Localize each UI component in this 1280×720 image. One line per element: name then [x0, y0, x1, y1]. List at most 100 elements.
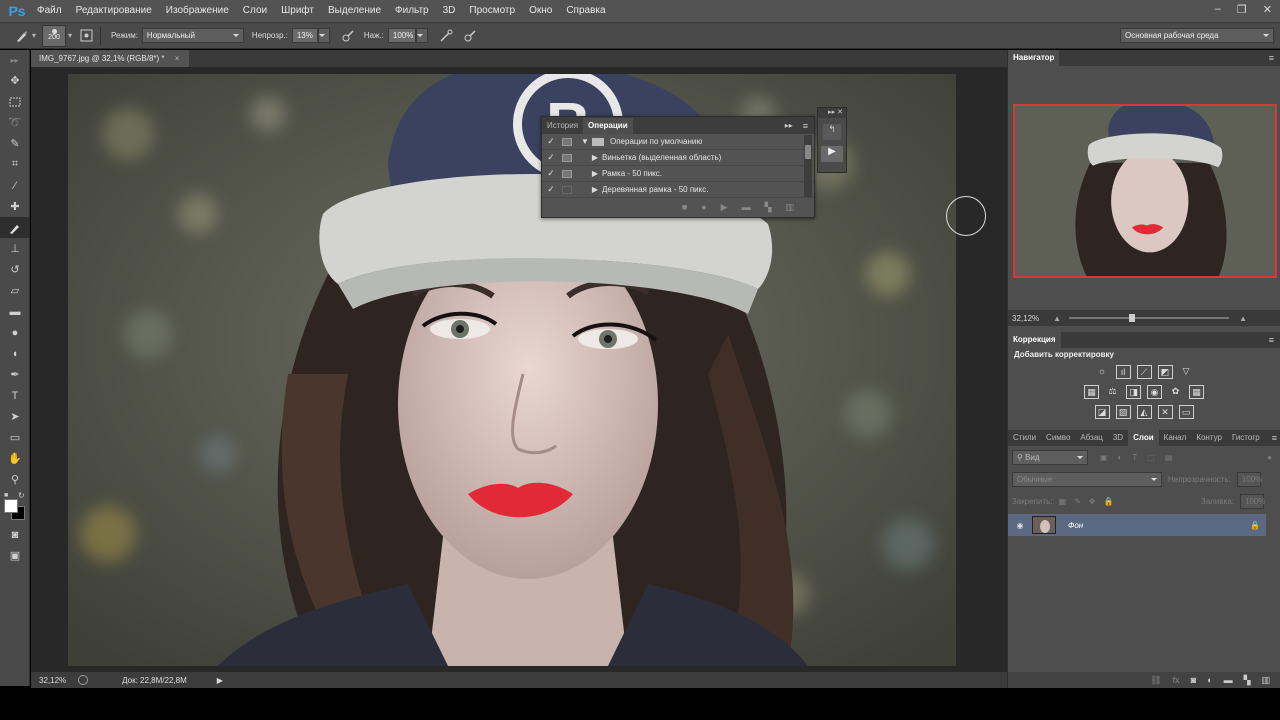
- screen-mode-icon[interactable]: ▣: [0, 545, 30, 566]
- status-menu-arrow-icon[interactable]: ▶: [217, 676, 223, 685]
- menu-edit[interactable]: Редактирование: [69, 0, 159, 22]
- brightness-contrast-icon[interactable]: ☼: [1095, 365, 1110, 379]
- link-layers-icon[interactable]: ⛓: [1150, 675, 1161, 686]
- check-icon[interactable]: ✓: [542, 168, 560, 179]
- action-row[interactable]: ✓ ▶ Виньетка (выделенная область): [542, 150, 814, 166]
- chevron-down-icon[interactable]: ▾: [68, 31, 72, 40]
- panel-menu-icon[interactable]: ≡: [1269, 335, 1274, 345]
- tab-actions[interactable]: Операции: [583, 117, 633, 134]
- action-row[interactable]: ✓ ▶ Деревянная рамка - 50 пикс.: [542, 182, 814, 198]
- lasso-tool-icon[interactable]: ➰: [0, 112, 30, 133]
- gradient-tool-icon[interactable]: ▬: [0, 301, 30, 322]
- pressure-opacity-icon[interactable]: [340, 28, 356, 44]
- dialog-toggle-icon[interactable]: [562, 169, 572, 178]
- tab-correction[interactable]: Коррекция: [1008, 332, 1061, 348]
- quick-mask-icon[interactable]: ◙: [0, 524, 30, 545]
- menu-layers[interactable]: Слои: [236, 0, 274, 22]
- shape-tool-icon[interactable]: ▭: [0, 427, 30, 448]
- new-set-icon[interactable]: ▬: [742, 202, 751, 212]
- threshold-icon[interactable]: ◭: [1136, 405, 1152, 419]
- blend-mode-select[interactable]: Нормальный: [141, 28, 244, 43]
- expanded-triangle-icon[interactable]: ▼: [578, 137, 592, 146]
- healing-brush-tool-icon[interactable]: ✚: [0, 196, 30, 217]
- path-selection-tool-icon[interactable]: ➤: [0, 406, 30, 427]
- pen-tool-icon[interactable]: ✒: [0, 364, 30, 385]
- close-tab-icon[interactable]: ×: [175, 54, 180, 63]
- trash-icon[interactable]: ▥: [785, 202, 794, 213]
- tab-paragraph[interactable]: Абзац: [1075, 430, 1107, 446]
- collapsed-triangle-icon[interactable]: ▶: [588, 169, 602, 178]
- navigator-view-frame[interactable]: [1013, 104, 1277, 278]
- visibility-eye-icon[interactable]: ◉: [1008, 521, 1032, 530]
- dialog-toggle-icon[interactable]: [562, 185, 572, 194]
- brush-tool-icon[interactable]: [0, 217, 30, 238]
- curves-icon[interactable]: ⟋: [1136, 365, 1152, 379]
- levels-icon[interactable]: ıl: [1115, 365, 1131, 379]
- filter-toggle-icon[interactable]: ●: [1267, 453, 1272, 462]
- panel-menu-icon[interactable]: ≡: [1269, 53, 1274, 63]
- zoom-tool-icon[interactable]: ⚲: [0, 469, 30, 490]
- menu-filter[interactable]: Фильтр: [388, 0, 436, 22]
- vibrance-icon[interactable]: ▽: [1179, 365, 1194, 379]
- new-group-icon[interactable]: ▬: [1224, 675, 1233, 685]
- airbrush-icon[interactable]: [438, 28, 454, 44]
- layer-opacity-field[interactable]: 100%: [1236, 471, 1262, 487]
- actions-panel-icon[interactable]: ▶: [821, 146, 843, 162]
- scrollbar[interactable]: [804, 135, 812, 197]
- layer-filter-kind-select[interactable]: ⚲ Вид: [1012, 449, 1088, 465]
- gradient-map-icon[interactable]: ▭: [1178, 405, 1194, 419]
- selective-color-icon[interactable]: ✕: [1157, 405, 1173, 419]
- tab-3d[interactable]: 3D: [1108, 430, 1128, 446]
- chevron-down-icon[interactable]: ▾: [32, 31, 36, 40]
- new-adjustment-layer-icon[interactable]: ◐: [1207, 675, 1212, 685]
- navigator-thumbnail[interactable]: [1013, 104, 1277, 278]
- crop-tool-icon[interactable]: ⌗: [0, 154, 30, 175]
- black-white-icon[interactable]: ◨: [1126, 385, 1141, 399]
- menu-view[interactable]: Просмотр: [462, 0, 522, 22]
- restore-button[interactable]: ❐: [1237, 3, 1247, 16]
- move-tool-icon[interactable]: ✥: [0, 70, 30, 91]
- tab-history[interactable]: История: [542, 118, 583, 134]
- menu-type[interactable]: Шрифт: [274, 0, 321, 22]
- tab-character[interactable]: Симво: [1041, 430, 1075, 446]
- invert-icon[interactable]: ◪: [1094, 405, 1110, 419]
- layer-row-background[interactable]: ◉ Фон 🔒: [1008, 514, 1266, 536]
- panel-menu-icon[interactable]: ≡: [803, 121, 808, 131]
- foreground-color-swatch[interactable]: [4, 499, 18, 513]
- play-icon[interactable]: ▶: [721, 202, 728, 213]
- check-icon[interactable]: ✓: [542, 184, 560, 195]
- pressure-slider-button[interactable]: [415, 28, 428, 43]
- minimize-button[interactable]: –: [1215, 3, 1221, 16]
- exposure-icon[interactable]: ◩: [1157, 365, 1173, 379]
- history-brush-tool-icon[interactable]: ↺: [0, 259, 30, 280]
- record-icon[interactable]: ●: [701, 202, 706, 212]
- close-button[interactable]: ✕: [1263, 3, 1272, 16]
- swap-colors-icon[interactable]: ↻: [18, 491, 25, 500]
- new-layer-icon[interactable]: ▚: [1244, 675, 1251, 686]
- workspace-select[interactable]: Основная рабочая среда: [1120, 28, 1274, 43]
- menu-image[interactable]: Изображение: [159, 0, 236, 22]
- layer-style-icon[interactable]: fx: [1173, 675, 1180, 685]
- quick-selection-tool-icon[interactable]: ✎: [0, 133, 30, 154]
- scrollbar-thumb[interactable]: [805, 145, 811, 159]
- menu-file[interactable]: Файл: [30, 0, 69, 22]
- pressure-size-icon[interactable]: [462, 28, 478, 44]
- menu-select[interactable]: Выделение: [321, 0, 388, 22]
- tab-paths[interactable]: Контур: [1191, 430, 1227, 446]
- blur-tool-icon[interactable]: ●: [0, 322, 30, 343]
- menu-3d[interactable]: 3D: [436, 0, 463, 22]
- dialog-toggle-icon[interactable]: [562, 137, 572, 146]
- tab-navigator[interactable]: Навигатор: [1008, 50, 1060, 66]
- eyedropper-tool-icon[interactable]: ⁄: [0, 175, 30, 196]
- photo-filter-icon[interactable]: ◉: [1147, 385, 1162, 399]
- tab-histogram[interactable]: Гистогр: [1227, 430, 1265, 446]
- marquee-tool-icon[interactable]: [0, 91, 30, 112]
- type-tool-icon[interactable]: T: [0, 385, 30, 406]
- navigator-zoom-value[interactable]: 32,12%: [1012, 314, 1039, 323]
- opacity-field[interactable]: 13%: [291, 28, 318, 43]
- tab-styles[interactable]: Стили: [1008, 430, 1041, 446]
- dodge-tool-icon[interactable]: ◖: [0, 343, 30, 364]
- collapsed-triangle-icon[interactable]: ▶: [588, 185, 602, 194]
- hue-saturation-icon[interactable]: ▦: [1084, 385, 1099, 399]
- action-set-row[interactable]: ✓ ▼ Операции по умолчанию: [542, 134, 814, 150]
